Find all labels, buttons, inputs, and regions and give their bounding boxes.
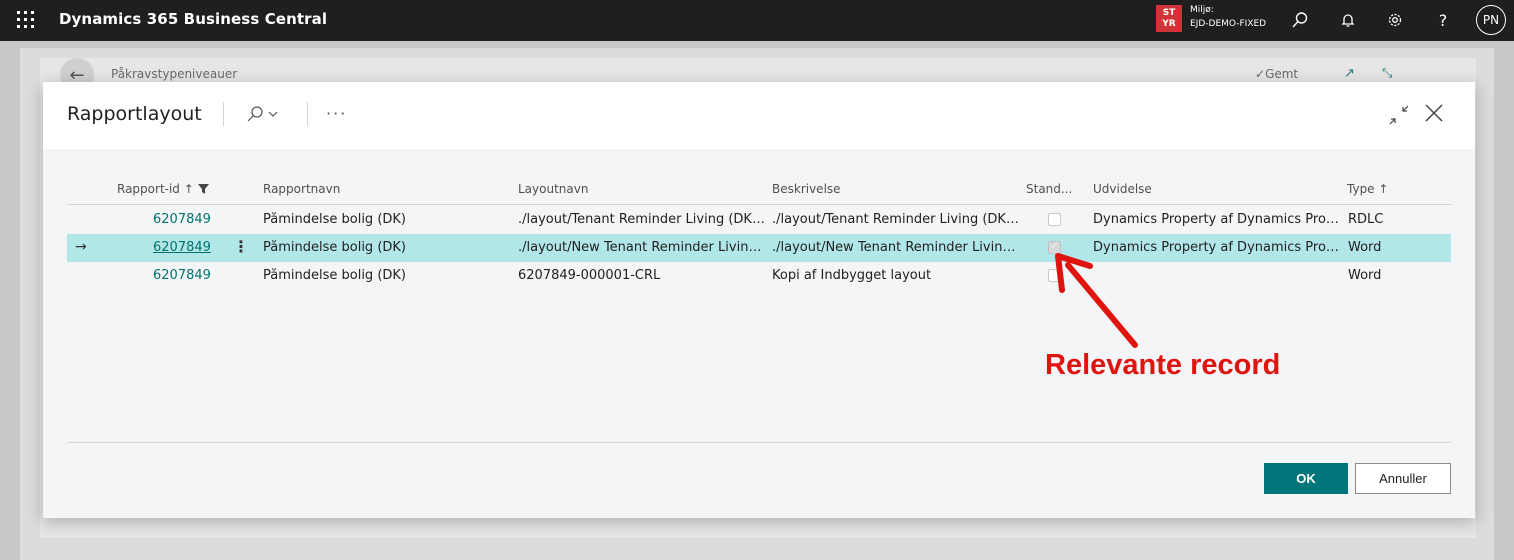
search-icon[interactable] bbox=[1286, 6, 1314, 34]
column-header-default[interactable]: Stand... bbox=[1026, 182, 1072, 196]
report-id-link[interactable]: 6207849 bbox=[153, 240, 211, 255]
layout-name-cell: ./layout/Tenant Reminder Living (DK).rdl bbox=[518, 212, 768, 227]
header-divider bbox=[67, 204, 1451, 205]
avatar[interactable]: PN bbox=[1476, 5, 1506, 35]
environment-name: EJD-DEMO-FIXED bbox=[1190, 19, 1267, 29]
row-actions-icon[interactable]: ⋮ bbox=[233, 237, 249, 256]
footer-divider bbox=[67, 442, 1451, 443]
type-cell: RDLC bbox=[1348, 212, 1384, 227]
more-options-button[interactable]: ··· bbox=[326, 104, 347, 123]
filter-icon bbox=[197, 184, 209, 194]
table-row-selected[interactable]: → 6207849 ⋮ Påmindelse bolig (DK) ./layo… bbox=[67, 234, 1451, 262]
header-divider bbox=[223, 102, 224, 126]
app-launcher-icon[interactable] bbox=[17, 11, 35, 29]
dialog-title: Rapportlayout bbox=[67, 103, 202, 125]
app-title[interactable]: Dynamics 365 Business Central bbox=[59, 10, 327, 28]
dialog-header: Rapportlayout ··· bbox=[43, 82, 1475, 149]
env-badge-line2: YR bbox=[1162, 19, 1176, 29]
saved-status: ✓Gemt bbox=[1255, 67, 1299, 81]
layout-name-cell: 6207849-000001-CRL bbox=[518, 268, 661, 283]
environment-badge[interactable]: ST YR bbox=[1156, 5, 1182, 32]
env-badge-line1: ST bbox=[1162, 8, 1176, 18]
column-header-label: Rapport-id bbox=[117, 182, 180, 196]
sort-ascending-icon: ↑ bbox=[183, 182, 194, 196]
header-divider bbox=[307, 102, 308, 126]
report-name-cell: Påmindelse bolig (DK) bbox=[263, 240, 406, 255]
help-icon[interactable]: ? bbox=[1429, 6, 1457, 34]
cancel-button[interactable]: Annuller bbox=[1355, 463, 1451, 494]
table-row[interactable]: 6207849 Påmindelse bolig (DK) ./layout/T… bbox=[67, 206, 1451, 234]
environment-label: Miljø: bbox=[1190, 5, 1214, 15]
layout-name-cell: ./layout/New Tenant Reminder Living (... bbox=[518, 240, 768, 255]
current-row-arrow-icon: → bbox=[75, 239, 87, 255]
column-header-description[interactable]: Beskrivelse bbox=[772, 182, 841, 196]
annotation-label: Relevante record bbox=[1045, 349, 1281, 381]
collapse-dialog-icon[interactable] bbox=[1388, 104, 1410, 126]
report-name-cell: Påmindelse bolig (DK) bbox=[263, 212, 406, 227]
default-checkbox[interactable] bbox=[1048, 213, 1061, 226]
sort-ascending-icon: ↑ bbox=[1378, 182, 1389, 196]
close-icon[interactable] bbox=[1423, 102, 1445, 124]
description-cell: ./layout/Tenant Reminder Living (DK).rdl bbox=[772, 212, 1022, 227]
column-header-layout-name[interactable]: Layoutnavn bbox=[518, 182, 588, 196]
column-header-report-name[interactable]: Rapportnavn bbox=[263, 182, 340, 196]
ok-button[interactable]: OK bbox=[1264, 463, 1348, 494]
column-header-type[interactable]: Type ↑ bbox=[1347, 182, 1388, 196]
top-bar: Dynamics 365 Business Central ST YR Milj… bbox=[0, 0, 1514, 41]
description-cell: ./layout/New Tenant Reminder Living (... bbox=[772, 240, 1022, 255]
background-page-title: Påkravstypeniveauer bbox=[111, 67, 238, 81]
search-icon[interactable] bbox=[245, 104, 285, 126]
column-header-label: Type bbox=[1347, 182, 1375, 196]
saved-status-label: Gemt bbox=[1265, 67, 1299, 81]
extension-cell: Dynamics Property af Dynamics Prope... bbox=[1093, 212, 1341, 227]
table-row[interactable]: 6207849 Påmindelse bolig (DK) 6207849-00… bbox=[67, 262, 1451, 290]
type-cell: Word bbox=[1348, 240, 1382, 255]
report-id-link[interactable]: 6207849 bbox=[153, 268, 211, 283]
gear-icon[interactable] bbox=[1381, 6, 1409, 34]
report-id-link[interactable]: 6207849 bbox=[153, 212, 211, 227]
column-header-report-id[interactable]: Rapport-id ↑ bbox=[117, 182, 209, 196]
collapse-icon[interactable]: ⤡ bbox=[1382, 66, 1392, 81]
bell-icon[interactable] bbox=[1334, 6, 1362, 34]
column-header-extension[interactable]: Udvidelse bbox=[1093, 182, 1152, 196]
type-cell: Word bbox=[1348, 268, 1382, 283]
description-cell: Kopi af Indbygget layout bbox=[772, 268, 932, 283]
report-layout-dialog: Rapportlayout ··· Rapport-id ↑ Rapportna… bbox=[43, 82, 1475, 518]
open-new-window-icon[interactable]: ↗ bbox=[1344, 66, 1355, 81]
report-name-cell: Påmindelse bolig (DK) bbox=[263, 268, 406, 283]
